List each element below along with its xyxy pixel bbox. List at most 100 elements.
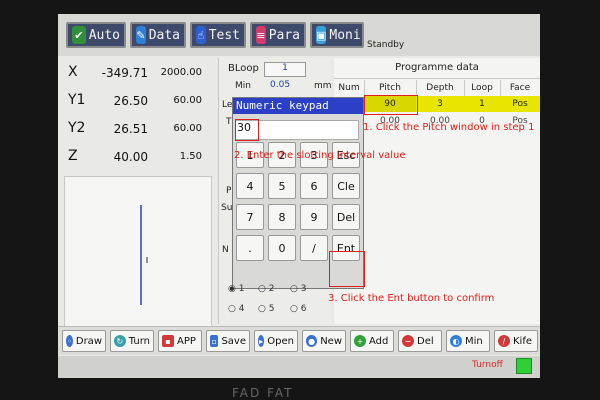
min-button[interactable]: ◐ Min	[446, 330, 490, 352]
tab-data[interactable]: ✎ Data	[130, 22, 186, 48]
bloop-input[interactable]: 1	[264, 62, 306, 77]
tab-auto[interactable]: ✔ Auto	[66, 22, 126, 48]
key-9[interactable]: 9	[300, 204, 328, 230]
col-header-pitch: Pitch	[364, 80, 417, 96]
radio-5[interactable]: ○ 5	[258, 304, 274, 314]
preview-svg	[140, 205, 148, 305]
hand-icon: ☝	[196, 26, 206, 44]
tab-label: Data	[148, 27, 180, 43]
radio-6[interactable]: ○ 6	[290, 304, 306, 314]
annotation-step2: 2. Enter the slotting interval value	[234, 150, 406, 161]
button-label: Add	[369, 335, 389, 347]
key-6[interactable]: 6	[300, 173, 328, 199]
power-indicator	[516, 358, 532, 374]
highlight-ent-key	[329, 251, 365, 287]
save-icon: ▫	[210, 335, 219, 347]
axis-limit: 60.00	[173, 95, 202, 106]
app-button[interactable]: ▪ APP	[158, 330, 202, 352]
new-button[interactable]: ● New	[302, 330, 346, 352]
radio-2[interactable]: ○ 2	[258, 284, 274, 294]
cell-face[interactable]: Pos	[500, 96, 540, 112]
radio-label: 6	[300, 304, 307, 314]
coord-row-y1: Y1 26.50 60.00	[62, 90, 212, 114]
plus-icon: +	[354, 335, 366, 347]
key-7[interactable]: 7	[236, 204, 264, 230]
turn-button[interactable]: ↻ Turn	[110, 330, 154, 352]
cell-depth[interactable]: 3	[416, 96, 464, 112]
tab-moni[interactable]: ▣ Moni	[310, 22, 364, 48]
programme-title: Programme data	[334, 58, 540, 79]
button-label: Turn	[128, 335, 150, 347]
draw-icon: ◦	[66, 335, 73, 347]
del-button[interactable]: − Del	[398, 330, 442, 352]
new-icon: ●	[306, 335, 318, 347]
highlight-pitch-cell	[364, 95, 418, 115]
cell-loop[interactable]: 1	[464, 96, 500, 112]
key-5[interactable]: 5	[268, 173, 296, 199]
button-label: Draw	[75, 335, 102, 347]
key-4[interactable]: 4	[236, 173, 264, 199]
tab-label: Auto	[88, 27, 120, 43]
key-0[interactable]: 0	[268, 235, 296, 261]
hmi-screen: ✔ Auto ✎ Data ☝ Test ≡ Para ▣ Moni Stand…	[58, 14, 540, 378]
tab-label: Moni	[329, 27, 361, 43]
axis-limit: 1.50	[179, 151, 202, 162]
axis-label: X	[68, 64, 78, 80]
keypad-title: Numeric keypad	[233, 98, 363, 114]
radio-3[interactable]: ○ 3	[290, 284, 306, 294]
draw-button[interactable]: ◦ Draw	[62, 330, 106, 352]
highlight-input-value	[235, 119, 259, 141]
status-text: Standby	[367, 40, 405, 50]
device-brand: FAD FAT	[232, 386, 294, 400]
pencil-icon: ✎	[136, 26, 146, 44]
radio-4[interactable]: ○ 4	[228, 304, 244, 314]
status-bar	[58, 356, 540, 378]
button-label: APP	[177, 335, 196, 347]
open-button[interactable]: ▸ Open	[254, 330, 298, 352]
app-icon: ▪	[162, 335, 174, 347]
monitor-icon: ▣	[316, 26, 327, 44]
tab-test[interactable]: ☝ Test	[190, 22, 246, 48]
knife-icon: /	[498, 335, 510, 347]
button-label: Open	[267, 335, 294, 347]
add-button[interactable]: + Add	[350, 330, 394, 352]
kife-button[interactable]: / Kife	[494, 330, 538, 352]
axis-label: Y2	[68, 120, 86, 136]
fragment-le: Le	[222, 100, 233, 110]
fragment-su: Su	[221, 203, 233, 213]
axis-label: Y1	[68, 92, 86, 108]
coordinate-panel: X -349.71 2000.00 Y1 26.50 60.00 Y2 26.5…	[62, 58, 212, 178]
key-dot[interactable]: .	[236, 235, 264, 261]
sliders-icon: ≡	[256, 26, 266, 44]
key-cle[interactable]: Cle	[332, 173, 360, 199]
drawing-area	[64, 176, 212, 328]
min-unit: mm	[314, 81, 332, 91]
tab-label: Para	[268, 27, 300, 43]
save-button[interactable]: ▫ Save	[206, 330, 250, 352]
open-icon: ▸	[258, 335, 265, 347]
key-slash[interactable]: /	[300, 235, 328, 261]
col-header-depth: Depth	[416, 80, 465, 96]
tab-bar: ✔ Auto ✎ Data ☝ Test ≡ Para ▣ Moni Stand…	[58, 14, 540, 56]
turn-icon: ↻	[114, 335, 126, 347]
bloop-label: BLoop	[228, 63, 259, 74]
key-del[interactable]: Del	[332, 204, 360, 230]
button-label: Save	[221, 335, 246, 347]
col-header-num: Num	[334, 80, 365, 96]
button-label: Del	[417, 335, 434, 347]
axis-limit: 2000.00	[160, 67, 202, 78]
min-input[interactable]: 0.05	[270, 80, 290, 90]
radio-1[interactable]: ◉ 1	[228, 284, 244, 294]
radio-label: 2	[268, 284, 275, 294]
axis-value: 40.00	[113, 150, 148, 164]
axis-label: Z	[68, 148, 78, 164]
coord-row-z: Z 40.00 1.50	[62, 146, 212, 170]
fragment-n: N	[222, 245, 229, 255]
tab-para[interactable]: ≡ Para	[250, 22, 306, 48]
fragment-t: T	[226, 117, 232, 127]
annotation-step1: 1. Click the Pitch window in step 1	[363, 122, 535, 133]
button-label: Min	[465, 335, 483, 347]
annotation-step3: 3. Click the Ent button to confirm	[328, 293, 495, 304]
axis-value: 26.51	[113, 122, 148, 136]
key-8[interactable]: 8	[268, 204, 296, 230]
